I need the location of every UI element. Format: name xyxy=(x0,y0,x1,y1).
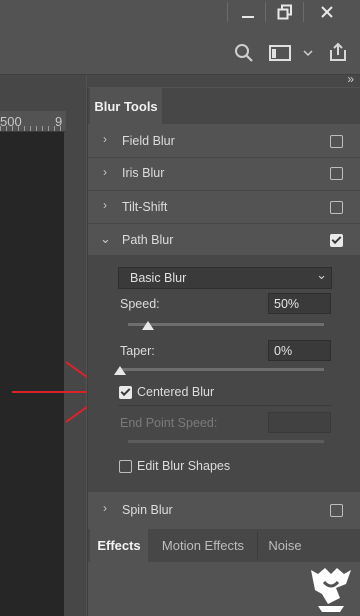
tilt-shift-checkbox[interactable] xyxy=(330,201,343,214)
chevron-down-icon: ⌄ xyxy=(316,267,327,282)
share-icon xyxy=(330,42,346,61)
minimize-icon xyxy=(242,16,254,18)
ruler-ticks xyxy=(0,126,66,131)
speed-field[interactable]: 50% xyxy=(268,293,331,314)
search-button[interactable] xyxy=(233,42,255,64)
taper-field[interactable]: 0% xyxy=(268,340,331,361)
taper-value: 0% xyxy=(274,343,293,358)
chevron-down-icon: ⌄ xyxy=(100,231,111,246)
blur-item-path-blur[interactable]: ⌄ Path Blur xyxy=(88,224,360,255)
spin-blur-checkbox[interactable] xyxy=(330,504,343,517)
tab-label: Motion Effects xyxy=(161,538,245,553)
divider xyxy=(118,405,332,406)
tab-blur-tools[interactable]: Blur Tools xyxy=(90,88,162,124)
chevron-down-icon xyxy=(303,50,313,57)
restore-icon xyxy=(277,4,292,20)
field-blur-checkbox[interactable] xyxy=(330,135,343,148)
watermark-logo-icon xyxy=(311,568,351,612)
path-blur-checkbox[interactable] xyxy=(330,234,343,247)
workspace-icon xyxy=(269,45,291,61)
edit-blur-shapes-checkbox[interactable] xyxy=(119,460,132,473)
tab-label: Blur Tools xyxy=(94,98,158,114)
minimize-button[interactable] xyxy=(229,0,267,24)
workspace-button[interactable] xyxy=(268,43,292,63)
separator xyxy=(303,2,304,22)
blur-mode-select[interactable]: Basic Blur ⌄ xyxy=(118,267,332,289)
end-point-speed-slider xyxy=(128,440,324,443)
panel-collapse-bar[interactable]: » xyxy=(87,72,360,87)
centered-blur-checkbox[interactable] xyxy=(119,386,132,399)
speed-value: 50% xyxy=(274,296,300,311)
blur-item-spin-blur[interactable]: › Spin Blur xyxy=(88,494,360,526)
workspace-dropdown[interactable] xyxy=(301,44,315,62)
blur-item-field-blur[interactable]: › Field Blur xyxy=(88,125,360,157)
end-point-speed-field xyxy=(268,412,331,433)
blur-item-label: Tilt-Shift xyxy=(122,200,168,214)
collapse-panel-icon[interactable]: » xyxy=(347,72,354,86)
taper-slider-thumb[interactable] xyxy=(114,366,126,375)
search-icon xyxy=(235,44,253,62)
tab-label: Effects xyxy=(97,538,141,553)
chevron-right-icon: › xyxy=(103,501,107,515)
blur-mode-value: Basic Blur xyxy=(130,271,187,285)
blur-item-label: Iris Blur xyxy=(122,166,165,180)
close-button[interactable] xyxy=(308,0,346,24)
title-bar xyxy=(0,0,360,28)
blur-item-label: Field Blur xyxy=(122,134,175,148)
tab-motion-effects[interactable]: Motion Effects xyxy=(150,529,256,562)
separator xyxy=(227,2,228,22)
blur-item-iris-blur[interactable]: › Iris Blur xyxy=(88,158,360,190)
iris-blur-checkbox[interactable] xyxy=(330,167,343,180)
speed-slider-track[interactable] xyxy=(128,323,324,326)
tab-label: Noise xyxy=(268,538,302,553)
taper-slider-track[interactable] xyxy=(120,368,324,371)
restore-button[interactable] xyxy=(266,0,304,24)
speed-slider-thumb[interactable] xyxy=(141,321,154,330)
centered-blur-label: Centered Blur xyxy=(137,385,215,399)
tab-effects[interactable]: Effects xyxy=(90,529,148,562)
chevron-right-icon: › xyxy=(103,132,107,146)
divider xyxy=(88,491,360,492)
speed-label: Speed: xyxy=(120,297,160,311)
close-icon xyxy=(321,6,333,18)
path-blur-options xyxy=(88,255,360,491)
tab-noise[interactable]: Noise xyxy=(258,529,312,562)
edit-blur-shapes-label: Edit Blur Shapes xyxy=(137,459,231,473)
blur-item-label: Spin Blur xyxy=(122,503,173,517)
chevron-right-icon: › xyxy=(103,198,107,212)
chevron-right-icon: › xyxy=(103,165,107,179)
blur-item-tilt-shift[interactable]: › Tilt-Shift xyxy=(88,191,360,223)
blur-item-label: Path Blur xyxy=(122,233,174,247)
share-button[interactable] xyxy=(326,40,350,64)
end-point-speed-label: End Point Speed: xyxy=(120,416,218,430)
taper-label: Taper: xyxy=(120,344,155,358)
